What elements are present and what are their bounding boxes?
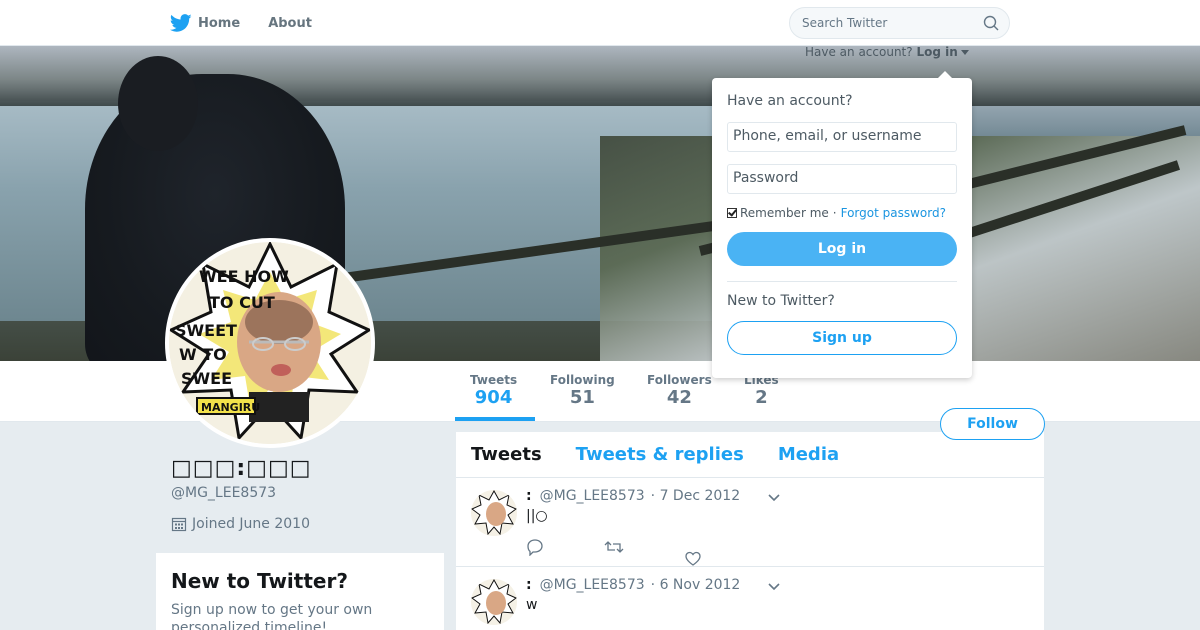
remember-checkbox[interactable] [727,208,737,218]
login-hint-prompt: Have an account? [805,45,913,59]
password-field[interactable]: Password [727,164,957,194]
top-navbar: Home About Search Twitter [0,0,1200,46]
remember-label[interactable]: Remember me [740,206,829,220]
avatar-badge-text: MANGIRU [201,401,260,414]
tweet-author-handle[interactable]: @MG_LEE8573 [540,577,645,593]
avatar-illustration: WEE HOW TO CUT SWEET W TO SWEE MANGIRU [169,242,371,444]
tweet-date[interactable]: · 7 Dec 2012 [651,488,740,504]
tweet-author-name[interactable]: : [526,577,532,593]
search-input[interactable]: Search Twitter [789,7,1010,39]
stat-value: 51 [569,387,595,408]
avatar-image: WEE HOW TO CUT SWEET W TO SWEE MANGIRU [169,242,371,444]
tweet-author-name[interactable]: : [526,488,532,504]
stat-value: 2 [755,387,768,408]
search-placeholder: Search Twitter [802,16,888,30]
tab-tweets[interactable]: Tweets [471,444,542,465]
chevron-down-icon[interactable] [767,490,781,504]
svg-text:SWEET: SWEET [175,321,237,340]
tweet-header: : @MG_LEE8573 · 6 Nov 2012 [526,577,740,593]
svg-text:SWEE: SWEE [181,369,232,388]
login-button[interactable]: Log in [727,232,957,266]
signup-promo-text: Sign up now to get your own personalized… [171,602,373,630]
stat-label: Tweets [470,373,518,387]
follow-button[interactable]: Follow [940,408,1045,440]
stat-followers[interactable]: Followers 42 [647,373,712,409]
tweet-header: : @MG_LEE8573 · 7 Dec 2012 [526,488,740,504]
signup-button[interactable]: Sign up [727,321,957,355]
tweet-date[interactable]: · 6 Nov 2012 [651,577,741,593]
tweet-text: w [526,597,538,613]
svg-text:WEE HOW: WEE HOW [199,267,289,286]
tweet-author-handle[interactable]: @MG_LEE8573 [540,488,645,504]
retweet-icon[interactable] [604,538,624,556]
caret-down-icon [960,50,969,55]
stat-value: 42 [666,387,692,408]
remember-row: Remember me · Forgot password? [727,206,957,220]
stat-following[interactable]: Following 51 [550,373,615,409]
twitter-bird-icon[interactable] [170,12,192,34]
tweet-item[interactable]: : @MG_LEE8573 · 6 Nov 2012 w [456,567,1044,630]
tweet-avatar[interactable] [471,490,517,536]
reply-icon[interactable] [526,538,544,556]
active-stat-underline [455,417,535,421]
login-hint-action[interactable]: Log in [916,45,957,59]
svg-text:TO CUT: TO CUT [209,293,275,312]
stat-likes[interactable]: Likes 2 [744,373,779,409]
like-icon[interactable] [684,550,702,568]
signup-promo: New to Twitter? Sign up now to get your … [156,553,444,630]
tweet-item[interactable]: : @MG_LEE8573 · 7 Dec 2012 ||○ [456,478,1044,567]
profile-avatar[interactable]: WEE HOW TO CUT SWEET W TO SWEE MANGIRU [165,238,375,448]
nav-about-link[interactable]: About [268,16,312,31]
login-dropdown: Have an account? Phone, email, or userna… [712,71,972,378]
search-icon[interactable] [983,15,999,31]
svg-text:W TO: W TO [179,345,227,364]
remember-separator: · [832,206,837,220]
tweet-avatar[interactable] [471,579,517,625]
forgot-password-link[interactable]: Forgot password? [841,206,946,220]
username-field[interactable]: Phone, email, or username [727,122,957,152]
tab-media[interactable]: Media [778,444,839,465]
tweet-text: ||○ [526,508,548,524]
profile-display-name[interactable]: □□□:□□□ [171,456,312,481]
chevron-down-icon[interactable] [767,579,781,593]
signup-promo-title: New to Twitter? [171,569,348,593]
stat-value: 904 [474,387,513,408]
dropdown-title: Have an account? [727,93,853,109]
profile-joined: Joined June 2010 [171,516,310,532]
stat-tweets[interactable]: Tweets 904 [470,373,517,409]
profile-handle[interactable]: @MG_LEE8573 [171,485,276,501]
stat-label: Followers [647,373,712,387]
joined-text: Joined June 2010 [192,516,310,532]
dropdown-divider [727,281,957,282]
nav-home-link[interactable]: Home [198,16,240,31]
stat-label: Following [550,373,615,387]
new-to-twitter-label: New to Twitter? [727,293,835,309]
calendar-icon [171,517,187,532]
login-hint[interactable]: Have an account? Log in [805,45,969,59]
timeline: Tweets Tweets & replies Media : @MG_LEE8… [456,432,1044,630]
tab-tweets-replies[interactable]: Tweets & replies [576,444,744,465]
nav-left: Home About [170,12,340,34]
tweet-actions [526,538,762,568]
